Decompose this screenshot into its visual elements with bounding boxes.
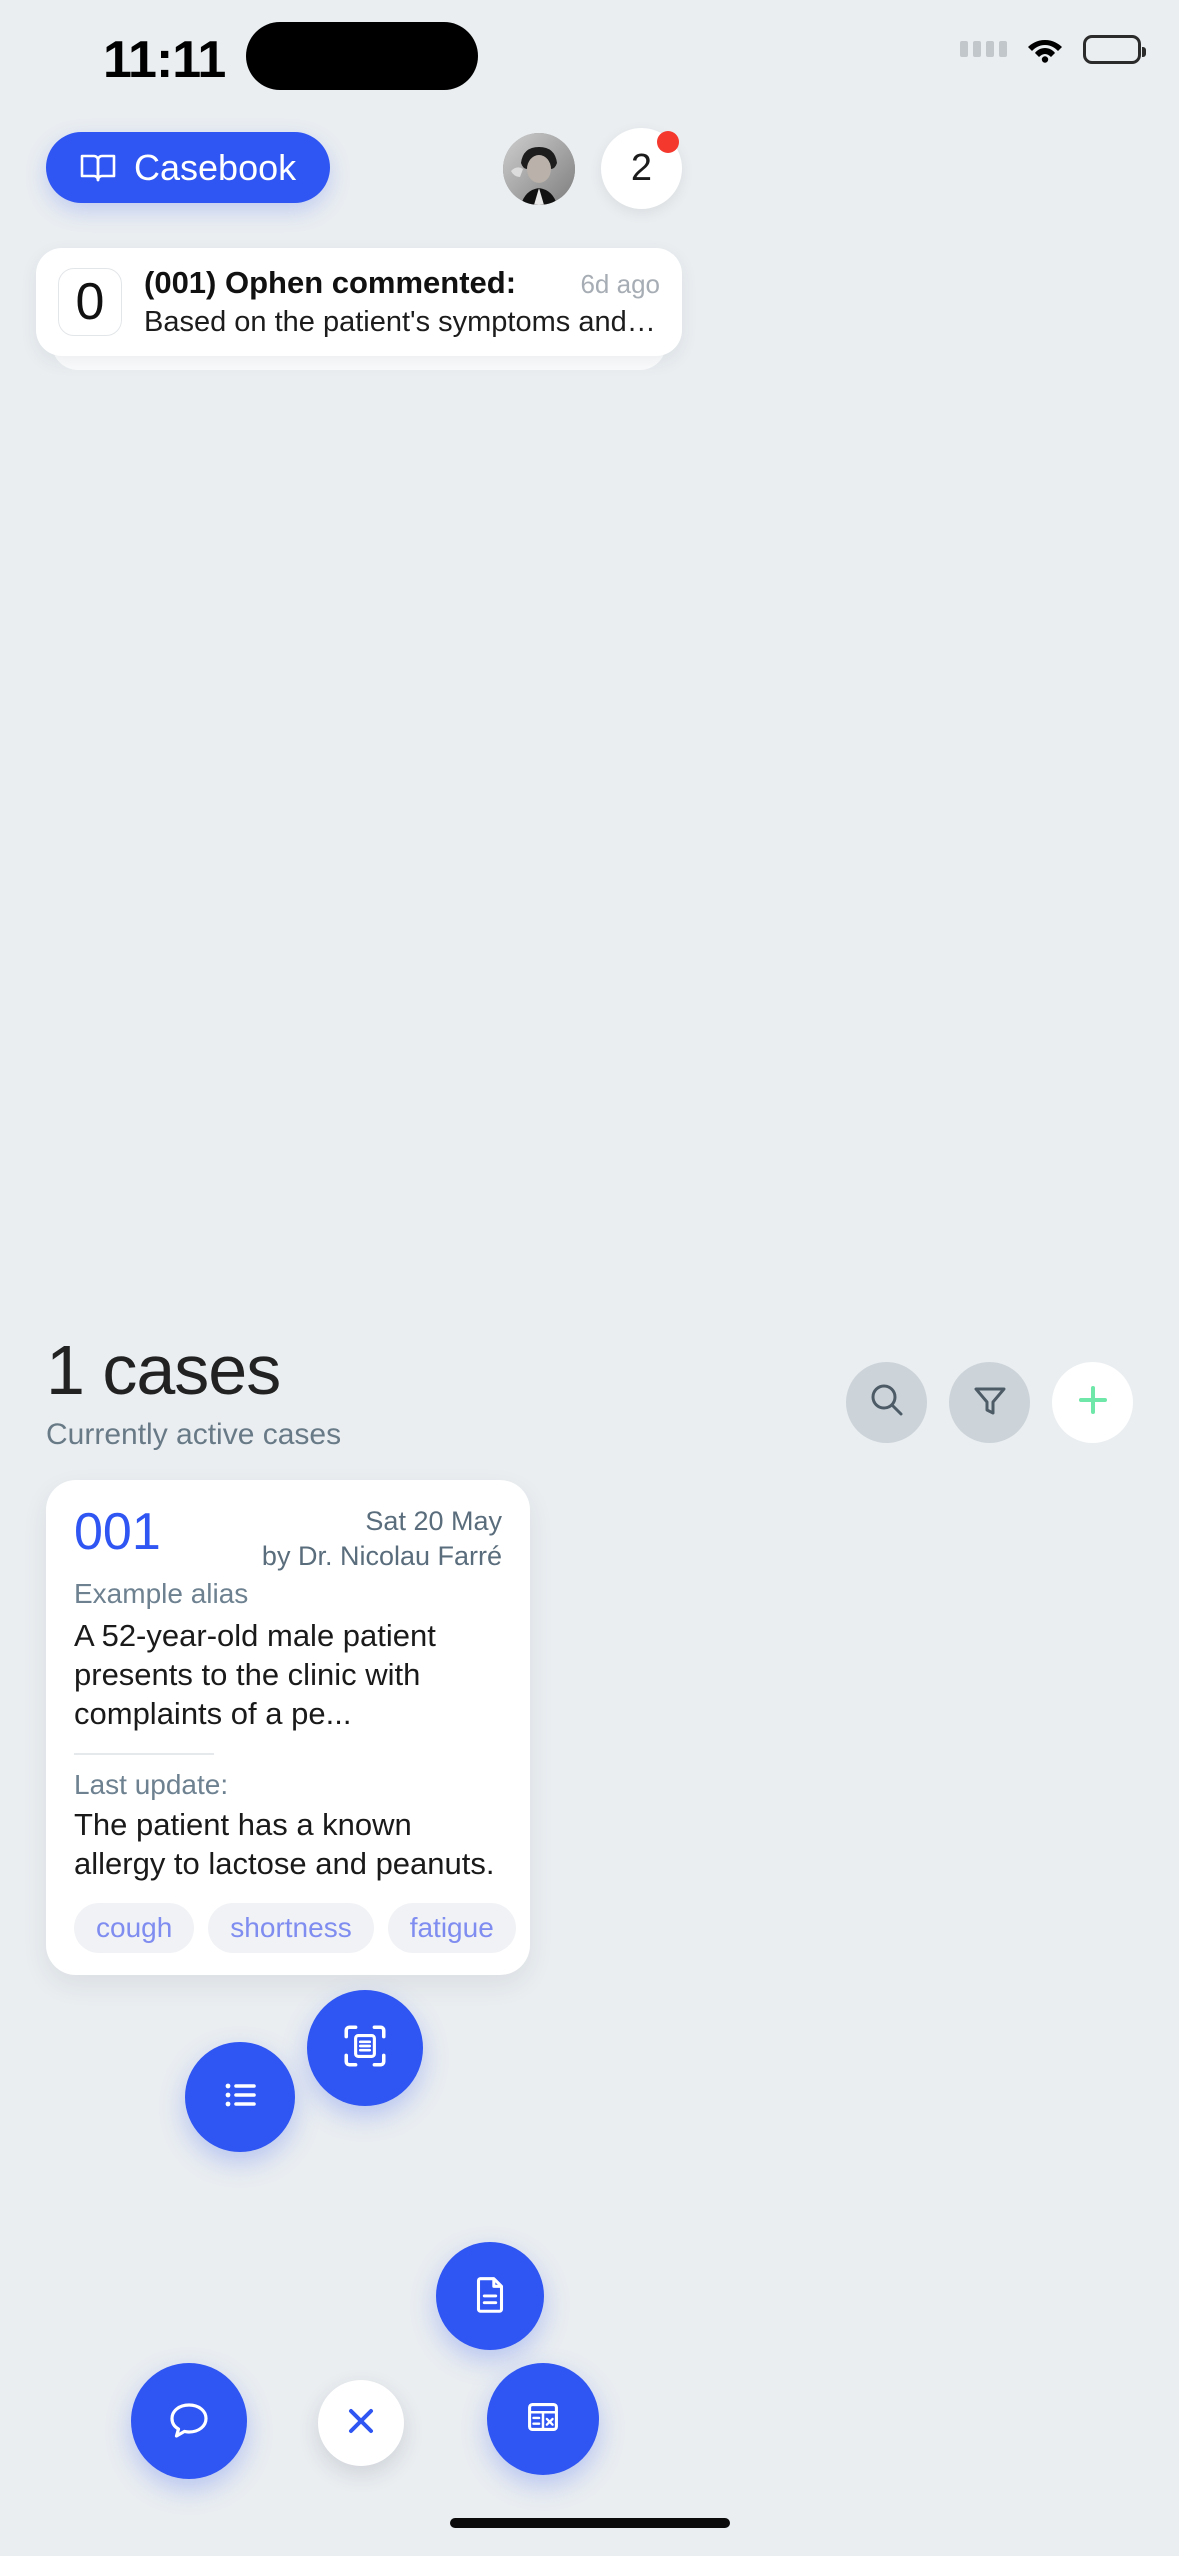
cases-subtitle: Currently active cases — [46, 1418, 342, 1451]
case-last-update-label: Last update: — [74, 1769, 229, 1801]
notification-case-badge: 0 — [58, 268, 122, 336]
scan-document-icon — [340, 2021, 390, 2076]
phone-screen: 11:11 Casebook 2 0 (001) Ophen commented… — [0, 0, 1179, 2556]
case-card-header: 001 Sat 20 May by Dr. Nicolau Farré — [74, 1506, 502, 1572]
casebook-label: Casebook — [134, 146, 297, 188]
case-last-update-text: The patient has a known allergy to lacto… — [74, 1807, 495, 1882]
notification-title: (001) Ophen commented: — [144, 265, 517, 300]
notification-button[interactable]: 2 — [601, 128, 682, 209]
avatar[interactable] — [503, 133, 575, 205]
signal-dots-icon — [960, 41, 1007, 57]
book-open-icon — [80, 153, 116, 183]
home-indicator — [449, 2518, 730, 2528]
wifi-icon — [1025, 34, 1065, 64]
casebook-button[interactable]: Casebook — [46, 132, 331, 203]
case-card[interactable]: 001 Sat 20 May by Dr. Nicolau Farré Exam… — [46, 1480, 530, 1976]
case-author: by Dr. Nicolau Farré — [261, 1541, 502, 1571]
cases-actions — [846, 1362, 1133, 1443]
fab-document-button[interactable] — [436, 2242, 544, 2350]
case-tags: cough shortness fatigue — [74, 1903, 516, 1954]
case-list: 001 Sat 20 May by Dr. Nicolau Farré Exam… — [46, 1480, 530, 1976]
fab-scan-button[interactable] — [307, 1990, 423, 2106]
battery-icon — [1083, 34, 1146, 64]
close-x-icon — [341, 2401, 381, 2446]
case-description: A 52-year-old male patient presents to t… — [74, 1618, 436, 1732]
filter-button[interactable] — [949, 1362, 1030, 1443]
chat-bubble-icon — [165, 2395, 213, 2448]
form-grid-icon — [520, 2394, 566, 2445]
add-case-button[interactable] — [1052, 1362, 1133, 1443]
notification-stack: 0 (001) Ophen commented: 6d ago Based on… — [36, 248, 682, 370]
fab-close-button[interactable] — [318, 2380, 404, 2466]
notification-card[interactable]: 0 (001) Ophen commented: 6d ago Based on… — [36, 248, 682, 356]
case-id: 001 — [74, 1503, 161, 1561]
plus-icon — [1073, 1380, 1113, 1425]
notification-timestamp: 6d ago — [580, 269, 660, 299]
file-text-icon — [467, 2271, 513, 2322]
case-alias: Example alias — [74, 1578, 249, 1609]
case-meta: Sat 20 May by Dr. Nicolau Farré — [262, 1506, 502, 1572]
cases-count: 1 cases — [46, 1331, 281, 1409]
fab-chat-button[interactable] — [131, 2363, 247, 2479]
notification-count: 2 — [630, 147, 653, 189]
notification-body: (001) Ophen commented: 6d ago Based on t… — [144, 265, 660, 339]
case-tag[interactable]: cough — [74, 1903, 195, 1954]
notification-alert-dot — [657, 131, 679, 153]
search-icon — [867, 1380, 907, 1425]
funnel-icon — [970, 1380, 1010, 1425]
case-divider — [74, 1753, 214, 1756]
case-tag[interactable]: fatigue — [387, 1903, 516, 1954]
list-icon — [216, 2071, 264, 2124]
fab-form-button[interactable] — [487, 2363, 599, 2475]
status-icons — [960, 34, 1146, 64]
status-bar: 11:11 — [0, 0, 1179, 150]
case-tag[interactable]: shortness — [208, 1903, 374, 1954]
search-button[interactable] — [846, 1362, 927, 1443]
dynamic-island — [246, 22, 478, 90]
notification-preview: Based on the patient's symptoms and hist… — [144, 306, 660, 338]
cases-heading: 1 cases Currently active cases — [46, 1330, 341, 1452]
case-date: Sat 20 May — [365, 1506, 502, 1536]
fab-list-button[interactable] — [185, 2042, 295, 2152]
